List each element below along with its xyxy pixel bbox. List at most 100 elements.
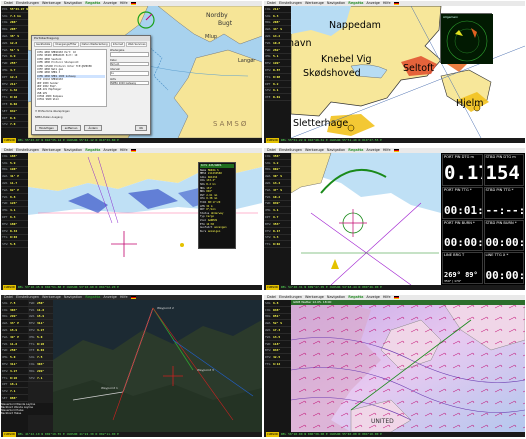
detail-field-playback[interactable]	[110, 52, 149, 57]
instrument-row[interactable]: COG 304°	[1, 307, 28, 314]
instrument-row[interactable]: TWD 262°	[264, 47, 291, 54]
instrument-row[interactable]: BTW 211°	[1, 81, 28, 88]
instrument-row[interactable]: SOG 4.2	[264, 160, 291, 167]
weather-map[interactable]: UNITED	[291, 300, 525, 432]
instrument-row[interactable]: TWS 11.6	[1, 341, 28, 348]
instrument-row[interactable]: COG 188°	[1, 153, 28, 160]
instrument-row[interactable]: DPT 6.3	[1, 214, 28, 221]
instrument-row[interactable]: DTW 1.32	[1, 88, 28, 95]
instrument-row[interactable]: TWD 126°	[1, 201, 28, 208]
instrument-row[interactable]: AWA 41° P	[1, 173, 28, 181]
instrument-row[interactable]: STW 4.3	[264, 235, 291, 242]
instrument-row[interactable]: TWA 51° S	[1, 47, 28, 54]
instrument-row[interactable]: AWA 33° P	[1, 320, 28, 328]
instrument-row[interactable]: SOG 6.3	[264, 13, 291, 20]
instrument-row[interactable]: TWS 9.9	[1, 54, 28, 61]
instrument-row[interactable]: HDG 205°	[1, 26, 28, 34]
instrument-row[interactable]: TWS 8.8	[1, 194, 28, 201]
instrument-row[interactable]: DTW 0.44	[1, 228, 28, 235]
tab-web-services[interactable]: Web Services	[126, 42, 148, 47]
instrument-row[interactable]: TWA 47° S	[264, 187, 291, 194]
instrument-row[interactable]: DTW 3.27	[28, 327, 53, 334]
instrument-row[interactable]: BTW 180°	[1, 221, 28, 228]
instrument-row[interactable]: DTW 0.87	[264, 67, 291, 74]
instrument-row[interactable]: DTW 3.27	[1, 368, 28, 375]
instrument-row[interactable]: VMG 3.1	[264, 207, 291, 215]
instrument-row[interactable]: TWD 255°	[1, 60, 28, 68]
instrument-row[interactable]: BTW 311°	[28, 320, 53, 328]
instrument-row[interactable]: DPT 18.1	[1, 382, 28, 389]
instrument-row[interactable]: TWA 49° P	[1, 334, 28, 341]
instrument-row[interactable]: HDG 051°	[264, 314, 291, 321]
instrument-row[interactable]: POS 55°43.97 N	[1, 6, 28, 13]
instrument-row[interactable]: AWS 13.4	[264, 180, 291, 187]
tab-device-list[interactable]: Geräteliste	[34, 42, 53, 47]
instrument-row[interactable]: XTE 0.04	[28, 348, 53, 355]
tab-data-forwarding[interactable]: Daten Weiterleitung	[79, 42, 110, 47]
remove-button[interactable]: entfernen	[60, 125, 82, 131]
chart-map[interactable]	[291, 153, 441, 285]
instrument-row[interactable]: AWA 38° S	[1, 33, 28, 40]
instrument-row[interactable]: TWS 11.6	[28, 307, 53, 314]
instrument-row[interactable]: TTG 0:26	[28, 341, 53, 348]
instrument-row[interactable]: COG 206°	[1, 20, 28, 27]
instrument-row[interactable]: SET 042°	[1, 108, 28, 115]
instrument-row[interactable]: AWS 11.7	[1, 180, 28, 187]
instrument-row[interactable]: COG 211°	[264, 6, 291, 13]
instrument-row[interactable]: AWS 14.2	[264, 33, 291, 40]
instrument-row[interactable]: AWA 44° S	[264, 26, 291, 34]
instrument-row[interactable]: AWS 12.8	[1, 40, 28, 47]
instrument-row[interactable]: BTW 199°	[264, 60, 291, 68]
instrument-row[interactable]: COG 048°	[264, 307, 291, 314]
instrument-row[interactable]: VMG 5.0	[28, 334, 53, 341]
instrument-row[interactable]: XTE 0.01	[264, 94, 291, 102]
instrument-row[interactable]: HDG 190°	[1, 167, 28, 174]
instrument-row[interactable]: COG 356°	[264, 153, 291, 160]
instrument-row[interactable]: TTG 0:04	[1, 235, 28, 242]
instrument-row[interactable]: AWS 17.3	[264, 327, 291, 334]
instrument-row[interactable]: TWD 118°	[264, 341, 291, 348]
instrument-row[interactable]: TWD 250°	[28, 300, 53, 307]
instrument-row[interactable]: TTG 6:14	[264, 361, 291, 368]
instrument-row[interactable]: SET 088°	[1, 395, 28, 402]
instrument-row[interactable]: HDG 208°	[264, 20, 291, 27]
instrument-row[interactable]: TWS 10.2	[264, 194, 291, 201]
instrument-row[interactable]: DPT 9.7	[264, 214, 291, 221]
edit-button[interactable]: Ändern	[84, 125, 102, 131]
instrument-row[interactable]: COG 304°	[28, 361, 53, 368]
instrument-row[interactable]: STW 7.1	[28, 375, 53, 382]
instrument-row[interactable]: VMG 4.1	[1, 207, 28, 215]
add-button[interactable]: Hinzufügen	[35, 125, 58, 131]
instrument-row[interactable]: BTW 044°	[264, 348, 291, 355]
instrument-row[interactable]: XTE 0.02	[1, 101, 28, 108]
instrument-row[interactable]: TWS 13.5	[264, 334, 291, 341]
instrument-row[interactable]: TWD 049°	[264, 201, 291, 208]
instrument-row[interactable]: STW 5.8	[1, 241, 28, 249]
instrument-row[interactable]: HDG 002°	[264, 167, 291, 174]
instrument-row[interactable]: STW 7.1	[1, 388, 28, 396]
instrument-row[interactable]: SOG 7.4 kn	[1, 13, 28, 20]
instrument-row[interactable]: HDG 299°	[28, 368, 53, 375]
instrument-row[interactable]: VMG 5.0	[1, 354, 28, 362]
detail-field-interval[interactable]: 1s	[110, 71, 149, 76]
instrument-row[interactable]: AWA 52° S	[264, 320, 291, 328]
instrument-row[interactable]: TWS 10.8	[264, 40, 291, 47]
chart-map[interactable]: Waypoint 1 Waypoint 2 Waypoint 3	[53, 300, 262, 432]
tab-filter[interactable]: Übergangs/Filter	[53, 42, 79, 47]
instrument-row[interactable]: DPT 12.4	[1, 74, 28, 81]
instrument-row[interactable]: AWS 15.9	[28, 314, 53, 321]
ok-button[interactable]: OK	[135, 125, 147, 131]
instrument-row[interactable]: DRF 0.6	[1, 115, 28, 122]
instrument-row[interactable]: VMG 5.1	[264, 54, 291, 61]
instrument-row[interactable]: DTW 42.5	[264, 354, 291, 362]
radar-overlay[interactable]: Allgemein	[440, 13, 493, 64]
instrument-row[interactable]: DTW 0.17	[264, 228, 291, 235]
instrument-row[interactable]: TTG 0:26	[1, 375, 28, 382]
instrument-row[interactable]: BTW 311°	[1, 361, 28, 368]
instrument-row[interactable]: DPT 8.2	[264, 81, 291, 88]
port-list[interactable]: COM1 4800 NMEA0183 Port: 10 COM2 38400 NM…	[35, 49, 107, 107]
checksum-checkbox[interactable]: ☐ Prüfsumme überspringen	[35, 110, 70, 113]
instrument-row[interactable]: TWA 62° P	[1, 187, 28, 194]
instrument-row[interactable]: TTG 0:02	[264, 241, 291, 249]
tab-internet[interactable]: Internet	[110, 42, 126, 47]
